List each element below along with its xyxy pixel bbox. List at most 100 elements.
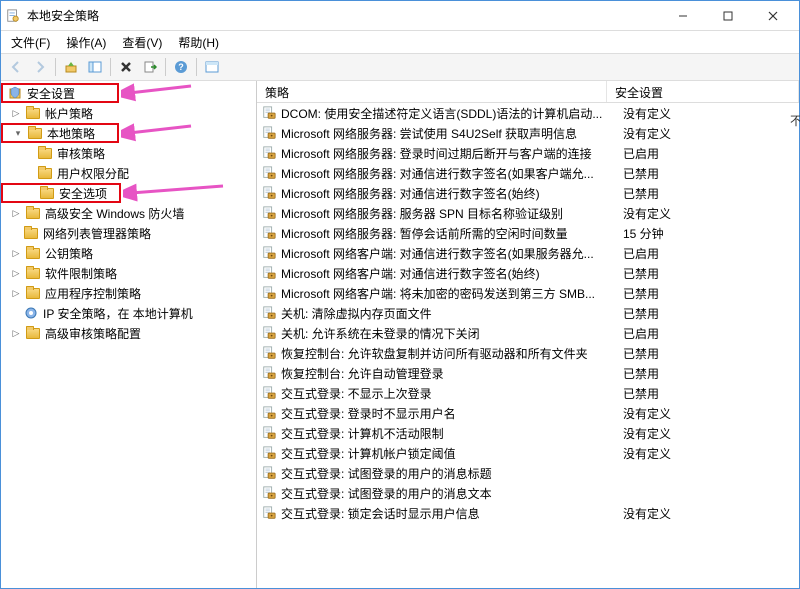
properties-button[interactable]	[201, 56, 223, 78]
policy-item-icon	[261, 185, 277, 201]
policy-item-icon	[261, 345, 277, 361]
expand-icon[interactable]: ▷	[9, 266, 23, 280]
list-row[interactable]: Microsoft 网络服务器: 对通信进行数字签名(如果客户端允...已禁用	[257, 163, 799, 183]
tree-software-restriction[interactable]: ▷ 软件限制策略	[1, 263, 256, 283]
up-button[interactable]	[60, 56, 82, 78]
window-controls	[660, 2, 795, 30]
tree-app-control[interactable]: ▷ 应用程序控制策略	[1, 283, 256, 303]
policy-item-icon	[261, 465, 277, 481]
list-row[interactable]: 恢复控制台: 允许软盘复制并访问所有驱动器和所有文件夹已禁用	[257, 343, 799, 363]
security-icon	[7, 85, 23, 101]
tree-audit-policy[interactable]: 审核策略	[1, 143, 256, 163]
policy-setting: 已禁用	[623, 165, 799, 182]
forward-button[interactable]	[29, 56, 51, 78]
list-row[interactable]: 交互式登录: 登录时不显示用户名没有定义	[257, 403, 799, 423]
tree-label: 用户权限分配	[57, 165, 129, 182]
tree-firewall[interactable]: ▷ 高级安全 Windows 防火墙	[1, 203, 256, 223]
tree-label: 应用程序控制策略	[45, 285, 141, 302]
tree-label: 安全选项	[59, 185, 107, 202]
help-button[interactable]: ?	[170, 56, 192, 78]
list-row[interactable]: 交互式登录: 计算机帐户锁定阈值没有定义	[257, 443, 799, 463]
list-row[interactable]: 关机: 允许系统在未登录的情况下关闭已启用	[257, 323, 799, 343]
minimize-button[interactable]	[660, 2, 705, 30]
tree-user-rights[interactable]: 用户权限分配	[1, 163, 256, 183]
list-row[interactable]: Microsoft 网络客户端: 对通信进行数字签名(始终)已禁用	[257, 263, 799, 283]
tree-label: 网络列表管理器策略	[43, 225, 151, 242]
menu-action[interactable]: 操作(A)	[60, 32, 112, 53]
policy-item-icon	[261, 405, 277, 421]
tree-local-policies[interactable]: ▾ 本地策略	[1, 123, 119, 143]
list-body[interactable]: DCOM: 使用安全描述符定义语言(SDDL)语法的计算机启动...没有定义Mi…	[257, 103, 799, 588]
cropped-text: 不	[790, 112, 800, 129]
list-row[interactable]: 交互式登录: 计算机不活动限制没有定义	[257, 423, 799, 443]
collapse-icon[interactable]: ▾	[11, 126, 25, 140]
list-row[interactable]: 恢复控制台: 允许自动管理登录已禁用	[257, 363, 799, 383]
tree-network-list[interactable]: 网络列表管理器策略	[1, 223, 256, 243]
policy-setting: 已禁用	[623, 345, 799, 362]
close-button[interactable]	[750, 2, 795, 30]
policy-name: Microsoft 网络服务器: 暂停会话前所需的空闲时间数量	[281, 225, 623, 242]
export-button[interactable]	[139, 56, 161, 78]
tree-advanced-audit[interactable]: ▷ 高级审核策略配置	[1, 323, 256, 343]
policy-name: 交互式登录: 计算机帐户锁定阈值	[281, 445, 623, 462]
tree-ipsec[interactable]: IP 安全策略，在 本地计算机	[1, 303, 256, 323]
list-row[interactable]: Microsoft 网络服务器: 登录时间过期后断开与客户端的连接已启用	[257, 143, 799, 163]
list-header: 策略 安全设置	[257, 81, 799, 103]
expand-icon[interactable]: ▷	[9, 326, 23, 340]
list-row[interactable]: Microsoft 网络服务器: 暂停会话前所需的空闲时间数量15 分钟	[257, 223, 799, 243]
menu-help[interactable]: 帮助(H)	[172, 32, 225, 53]
tree-label: 帐户策略	[45, 105, 93, 122]
list-row[interactable]: 关机: 清除虚拟内存页面文件已禁用	[257, 303, 799, 323]
policy-name: Microsoft 网络服务器: 对通信进行数字签名(如果客户端允...	[281, 165, 623, 182]
svg-text:?: ?	[178, 62, 184, 72]
tree-root-security-settings[interactable]: 安全设置	[1, 83, 119, 103]
column-header-setting[interactable]: 安全设置	[607, 81, 799, 102]
policy-setting: 已禁用	[623, 285, 799, 302]
tree-pane[interactable]: 安全设置 ▷ 帐户策略 ▾ 本地策略 审核策略 用户权限分配	[1, 81, 257, 588]
column-header-policy[interactable]: 策略	[257, 81, 607, 102]
list-row[interactable]: 交互式登录: 不显示上次登录已禁用	[257, 383, 799, 403]
list-row[interactable]: Microsoft 网络客户端: 对通信进行数字签名(如果服务器允...已启用	[257, 243, 799, 263]
app-icon	[5, 8, 21, 24]
menu-file[interactable]: 文件(F)	[5, 32, 56, 53]
list-row[interactable]: Microsoft 网络客户端: 将未加密的密码发送到第三方 SMB...已禁用	[257, 283, 799, 303]
policy-item-icon	[261, 425, 277, 441]
policy-item-icon	[261, 105, 277, 121]
tree-public-key[interactable]: ▷ 公钥策略	[1, 243, 256, 263]
back-button[interactable]	[5, 56, 27, 78]
expand-icon[interactable]: ▷	[9, 106, 23, 120]
main-window: 本地安全策略 文件(F) 操作(A) 查看(V) 帮助(H) ?	[0, 0, 800, 589]
policy-name: 关机: 允许系统在未登录的情况下关闭	[281, 325, 623, 342]
list-row[interactable]: 交互式登录: 试图登录的用户的消息文本	[257, 483, 799, 503]
list-row[interactable]: Microsoft 网络服务器: 尝试使用 S4U2Self 获取声明信息没有定…	[257, 123, 799, 143]
tree-security-options[interactable]: 安全选项	[1, 183, 121, 203]
tree-label: 高级安全 Windows 防火墙	[45, 205, 184, 222]
list-row[interactable]: 交互式登录: 试图登录的用户的消息标题	[257, 463, 799, 483]
list-row[interactable]: 交互式登录: 锁定会话时显示用户信息没有定义	[257, 503, 799, 523]
list-row[interactable]: Microsoft 网络服务器: 对通信进行数字签名(始终)已禁用	[257, 183, 799, 203]
policy-name: Microsoft 网络客户端: 对通信进行数字签名(始终)	[281, 265, 623, 282]
policy-item-icon	[261, 365, 277, 381]
expand-icon[interactable]: ▷	[9, 286, 23, 300]
policy-name: 恢复控制台: 允许软盘复制并访问所有驱动器和所有文件夹	[281, 345, 623, 362]
delete-button[interactable]	[115, 56, 137, 78]
annotation-arrow	[121, 121, 201, 143]
expand-icon[interactable]: ▷	[9, 206, 23, 220]
show-hide-tree-button[interactable]	[84, 56, 106, 78]
folder-icon	[25, 285, 41, 301]
toolbar-separator	[196, 58, 197, 76]
toolbar-separator	[110, 58, 111, 76]
window-title: 本地安全策略	[27, 7, 660, 24]
policy-name: 交互式登录: 登录时不显示用户名	[281, 405, 623, 422]
maximize-button[interactable]	[705, 2, 750, 30]
tree-account-policies[interactable]: ▷ 帐户策略	[1, 103, 256, 123]
folder-icon	[23, 225, 39, 241]
folder-icon	[39, 185, 55, 201]
policy-item-icon	[261, 165, 277, 181]
policy-item-icon	[261, 505, 277, 521]
list-row[interactable]: Microsoft 网络服务器: 服务器 SPN 目标名称验证级别没有定义	[257, 203, 799, 223]
list-row[interactable]: DCOM: 使用安全描述符定义语言(SDDL)语法的计算机启动...没有定义	[257, 103, 799, 123]
menu-view[interactable]: 查看(V)	[116, 32, 168, 53]
policy-name: 恢复控制台: 允许自动管理登录	[281, 365, 623, 382]
expand-icon[interactable]: ▷	[9, 246, 23, 260]
